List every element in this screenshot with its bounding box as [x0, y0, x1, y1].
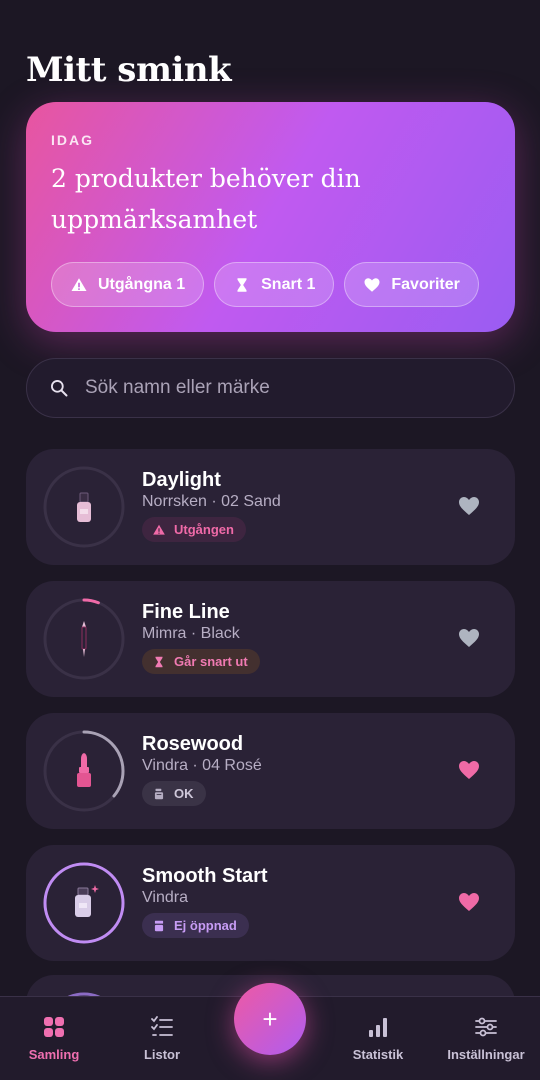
- product-card[interactable]: Rosewood Vindra · 04 Rosé OK: [26, 713, 515, 829]
- eyeliner-icon: [81, 621, 87, 657]
- product-name: Rosewood: [142, 733, 244, 755]
- favorite-heart-icon[interactable]: [457, 626, 481, 650]
- hourglass-icon: [237, 277, 247, 292]
- page-title: Mitt smink: [26, 50, 232, 90]
- nav-label: Inställningar: [447, 1047, 525, 1062]
- status-label: OK: [174, 786, 194, 801]
- usage-ring: [43, 862, 125, 944]
- primer-bottle-icon: [75, 885, 99, 917]
- status-label: Utgången: [174, 522, 234, 537]
- search-input[interactable]: [85, 377, 485, 399]
- status-badge: Ej öppnad: [142, 913, 249, 938]
- status-label: Ej öppnad: [174, 918, 237, 933]
- favorite-heart-icon[interactable]: [457, 890, 481, 914]
- jar-icon: [154, 788, 164, 799]
- heart-icon: [364, 277, 380, 292]
- product-name: Daylight: [142, 469, 221, 491]
- product-card[interactable]: Daylight Norrsken · 02 Sand Utgången: [26, 449, 515, 565]
- status-badge: OK: [142, 781, 206, 806]
- sliders-icon: [475, 1017, 497, 1037]
- status-badge: Går snart ut: [142, 649, 260, 674]
- product-brand: Norrsken · 02 Sand: [142, 493, 281, 510]
- lipstick-icon: [77, 753, 91, 787]
- soon-filter-label: Snart 1: [261, 275, 316, 293]
- nav-item-installningar[interactable]: Inställningar: [436, 1015, 536, 1062]
- product-brand: Mimra · Black: [142, 625, 240, 642]
- usage-ring: [43, 730, 125, 812]
- checklist-icon: [151, 1016, 173, 1036]
- product-card[interactable]: Fine Line Mimra · Black Går snart ut: [26, 581, 515, 697]
- hourglass-icon: [155, 656, 163, 667]
- nav-item-samling[interactable]: Samling: [4, 1015, 104, 1062]
- status-badge: Utgången: [142, 517, 246, 542]
- nav-label: Listor: [143, 1047, 181, 1062]
- favorite-heart-icon[interactable]: [457, 758, 481, 782]
- nav-label: Statistik: [352, 1047, 404, 1062]
- search-bar[interactable]: [26, 358, 515, 418]
- soon-filter-chip[interactable]: Snart 1: [214, 262, 335, 307]
- product-brand: Vindra: [142, 889, 188, 906]
- favorite-heart-icon[interactable]: [457, 494, 481, 518]
- today-summary-card: IDAG 2 produkter behöver din uppmärksamh…: [26, 102, 515, 332]
- product-brand: Vindra · 04 Rosé: [142, 757, 262, 774]
- search-icon: [51, 380, 68, 397]
- favorites-filter-label: Favoriter: [391, 275, 460, 293]
- today-label: IDAG: [51, 132, 94, 148]
- product-name: Fine Line: [142, 601, 230, 623]
- today-headline: 2 produkter behöver din uppmärksamhet: [51, 164, 361, 234]
- bar-chart-icon: [369, 1018, 387, 1037]
- favorites-filter-chip[interactable]: Favoriter: [344, 262, 479, 307]
- product-card[interactable]: Smooth Start Vindra Ej öppnad: [26, 845, 515, 961]
- nav-item-statistik[interactable]: Statistik: [328, 1015, 428, 1062]
- warning-icon: [153, 524, 165, 535]
- foundation-bottle-icon: [77, 492, 91, 522]
- usage-ring: [43, 598, 125, 680]
- expired-filter-chip[interactable]: Utgångna 1: [51, 262, 205, 307]
- expired-filter-label: Utgångna 1: [98, 275, 186, 293]
- nav-item-listor[interactable]: Listor: [112, 1015, 212, 1062]
- grid-icon: [44, 1017, 64, 1037]
- warning-icon: [71, 277, 87, 291]
- nav-label: Samling: [28, 1047, 80, 1062]
- add-product-button[interactable]: +: [234, 983, 306, 1055]
- usage-ring: [43, 466, 125, 548]
- plus-icon: +: [262, 1003, 278, 1034]
- product-name: Smooth Start: [142, 865, 268, 887]
- sealed-jar-icon: [154, 920, 164, 931]
- status-label: Går snart ut: [174, 654, 248, 669]
